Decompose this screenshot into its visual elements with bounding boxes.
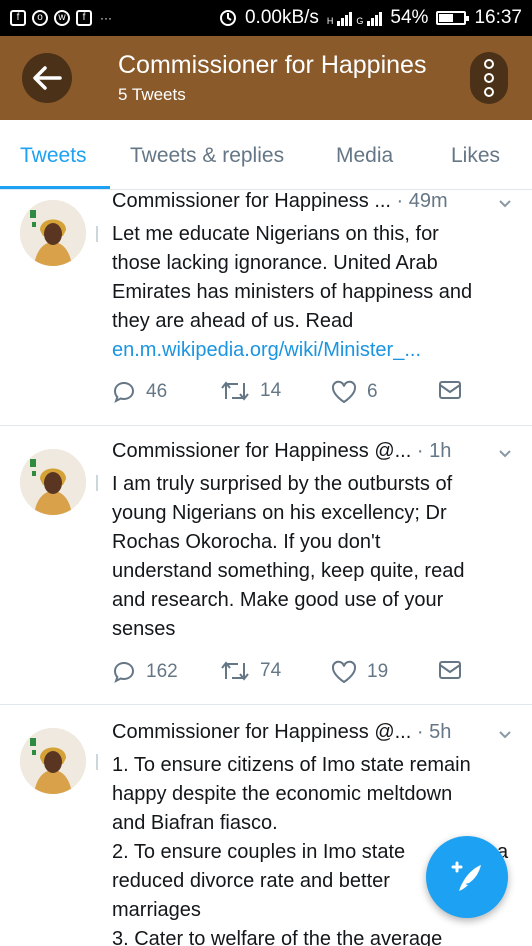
compose-feather-icon (451, 861, 481, 891)
tweet-text: I am truly surprised by the outbursts of… (112, 470, 512, 644)
reply-icon (113, 381, 135, 404)
instagram-notification-icon: o (32, 10, 48, 26)
profile-title: Commissioner for Happines (118, 51, 427, 79)
status-bar: f o w f ··· 0.00kB/s H G 54% 16:37 (0, 0, 532, 36)
network-type-2: G (356, 16, 364, 26)
tweet-time: · 5h (416, 721, 452, 743)
tweet-item[interactable]: Commissioner for Happiness ... · 49m Let… (0, 190, 532, 426)
reply-count: 162 (146, 661, 178, 682)
tweet-time: · 1h (416, 440, 452, 462)
arrow-left-icon (33, 66, 62, 90)
avatar[interactable] (20, 200, 86, 266)
more-dot (484, 73, 494, 83)
tweet-line: Emirates has ministers of happiness and (112, 281, 473, 303)
tweet-line: Let me educate Nigerians on this, for (112, 223, 439, 245)
battery-percent: 54% (390, 7, 429, 28)
signal-strength-icon (337, 10, 353, 26)
author-name[interactable]: Commissioner for Happiness @... (112, 440, 411, 462)
app-bar: Commissioner for Happines 5 Tweets (0, 36, 532, 120)
more-dot (484, 87, 494, 97)
heart-icon (331, 380, 357, 404)
tab-media[interactable]: Media (336, 144, 393, 168)
chevron-down-icon[interactable] (498, 447, 512, 461)
reply-button[interactable]: 162 (112, 660, 178, 684)
tweet-line: young Nigerians on his excellency; Dr (112, 502, 447, 524)
tweet-actions: 162 74 19 (112, 660, 472, 690)
profile-tabs: Tweets Tweets & replies Media Likes (0, 120, 532, 190)
author-name[interactable]: Commissioner for Happiness @... (112, 721, 411, 743)
tweet-line: those lacking ignorance. United Arab (112, 252, 438, 274)
network-type-1: H (326, 16, 334, 26)
chevron-down-icon[interactable] (498, 197, 512, 211)
profile-photo (20, 449, 86, 515)
envelope-icon (439, 661, 461, 679)
tweet-line: happy despite the economic meltdown (112, 783, 453, 805)
reply-button[interactable]: 46 (112, 380, 167, 404)
data-saver-icon (219, 10, 236, 26)
tweet-line: senses (112, 618, 176, 640)
retweet-button[interactable]: 14 (220, 380, 281, 402)
like-count: 6 (367, 381, 378, 402)
retweet-count: 74 (260, 660, 282, 681)
thread-line (96, 475, 98, 491)
envelope-icon (439, 381, 461, 399)
retweet-icon (221, 381, 249, 401)
tweet-actions: 46 14 6 (112, 380, 472, 410)
direct-message-button[interactable] (438, 660, 462, 680)
chevron-down-icon[interactable] (498, 728, 512, 742)
tweet-line: and research. Make good use of your (112, 589, 444, 611)
direct-message-button[interactable] (438, 380, 462, 400)
tweet-line-text: 2. To ensure couples in Imo state (112, 841, 406, 863)
tweet-line: they are ahead of us. Read (112, 310, 354, 332)
tweet-header: Commissioner for Happiness ... · 49m (112, 190, 448, 213)
profile-photo (20, 728, 86, 794)
tweet-line: 1. To ensure citizens of Imo state remai… (112, 754, 471, 776)
tweet-header: Commissioner for Happiness @... · 1h (112, 440, 451, 463)
tab-tweets-and-replies[interactable]: Tweets & replies (130, 144, 284, 168)
reply-count: 46 (146, 381, 168, 402)
author-name[interactable]: Commissioner for Happiness ... (112, 190, 391, 212)
tab-tweets[interactable]: Tweets (20, 144, 87, 168)
whatsapp-notification-icon: w (54, 10, 70, 26)
more-vertical-icon (484, 59, 494, 69)
tweet-line: I am truly surprised by the outbursts of (112, 473, 453, 495)
tweet-link[interactable]: en.m.wikipedia.org/wiki/Minister_... (112, 336, 512, 365)
network-speed: 0.00kB/s (244, 7, 319, 28)
tweet-line: and Biafran fiasco. (112, 812, 278, 834)
heart-icon (331, 660, 357, 684)
like-count: 19 (367, 661, 389, 682)
more-notifications-icon: ··· (100, 11, 112, 25)
facebook-notification-icon-2: f (76, 10, 92, 26)
like-button[interactable]: 6 (331, 380, 378, 404)
tweet-line: understand something, keep quite, read (112, 560, 465, 582)
avatar[interactable] (20, 728, 86, 794)
like-button[interactable]: 19 (331, 660, 388, 684)
avatar[interactable] (20, 449, 86, 515)
tweet-header: Commissioner for Happiness @... · 5h (112, 721, 451, 744)
reply-icon (113, 661, 135, 684)
retweet-button[interactable]: 74 (220, 660, 281, 682)
tab-likes[interactable]: Likes (451, 144, 500, 168)
battery-icon (436, 11, 470, 25)
profile-photo (20, 200, 86, 266)
back-button[interactable] (22, 53, 72, 103)
clock: 16:37 (474, 7, 522, 28)
tweet-text: Let me educate Nigerians on this, for th… (112, 220, 512, 365)
facebook-notification-icon: f (10, 10, 26, 26)
thread-line (96, 754, 98, 770)
more-options-button[interactable] (470, 52, 508, 104)
signal-strength-icon-2 (367, 10, 383, 26)
retweet-count: 14 (260, 380, 282, 401)
tweet-line: Rochas Okorocha. If you don't (112, 531, 381, 553)
active-tab-indicator (0, 186, 110, 189)
tweet-time: · 49m (396, 190, 448, 212)
tweet-count: 5 Tweets (118, 85, 186, 104)
retweet-icon (221, 661, 249, 681)
tweet-item[interactable]: Commissioner for Happiness @... · 1h I a… (0, 427, 532, 705)
tweet-line: 3. Cater to welfare of the the average (112, 928, 443, 946)
thread-line (96, 226, 98, 242)
compose-tweet-button[interactable] (426, 836, 508, 918)
